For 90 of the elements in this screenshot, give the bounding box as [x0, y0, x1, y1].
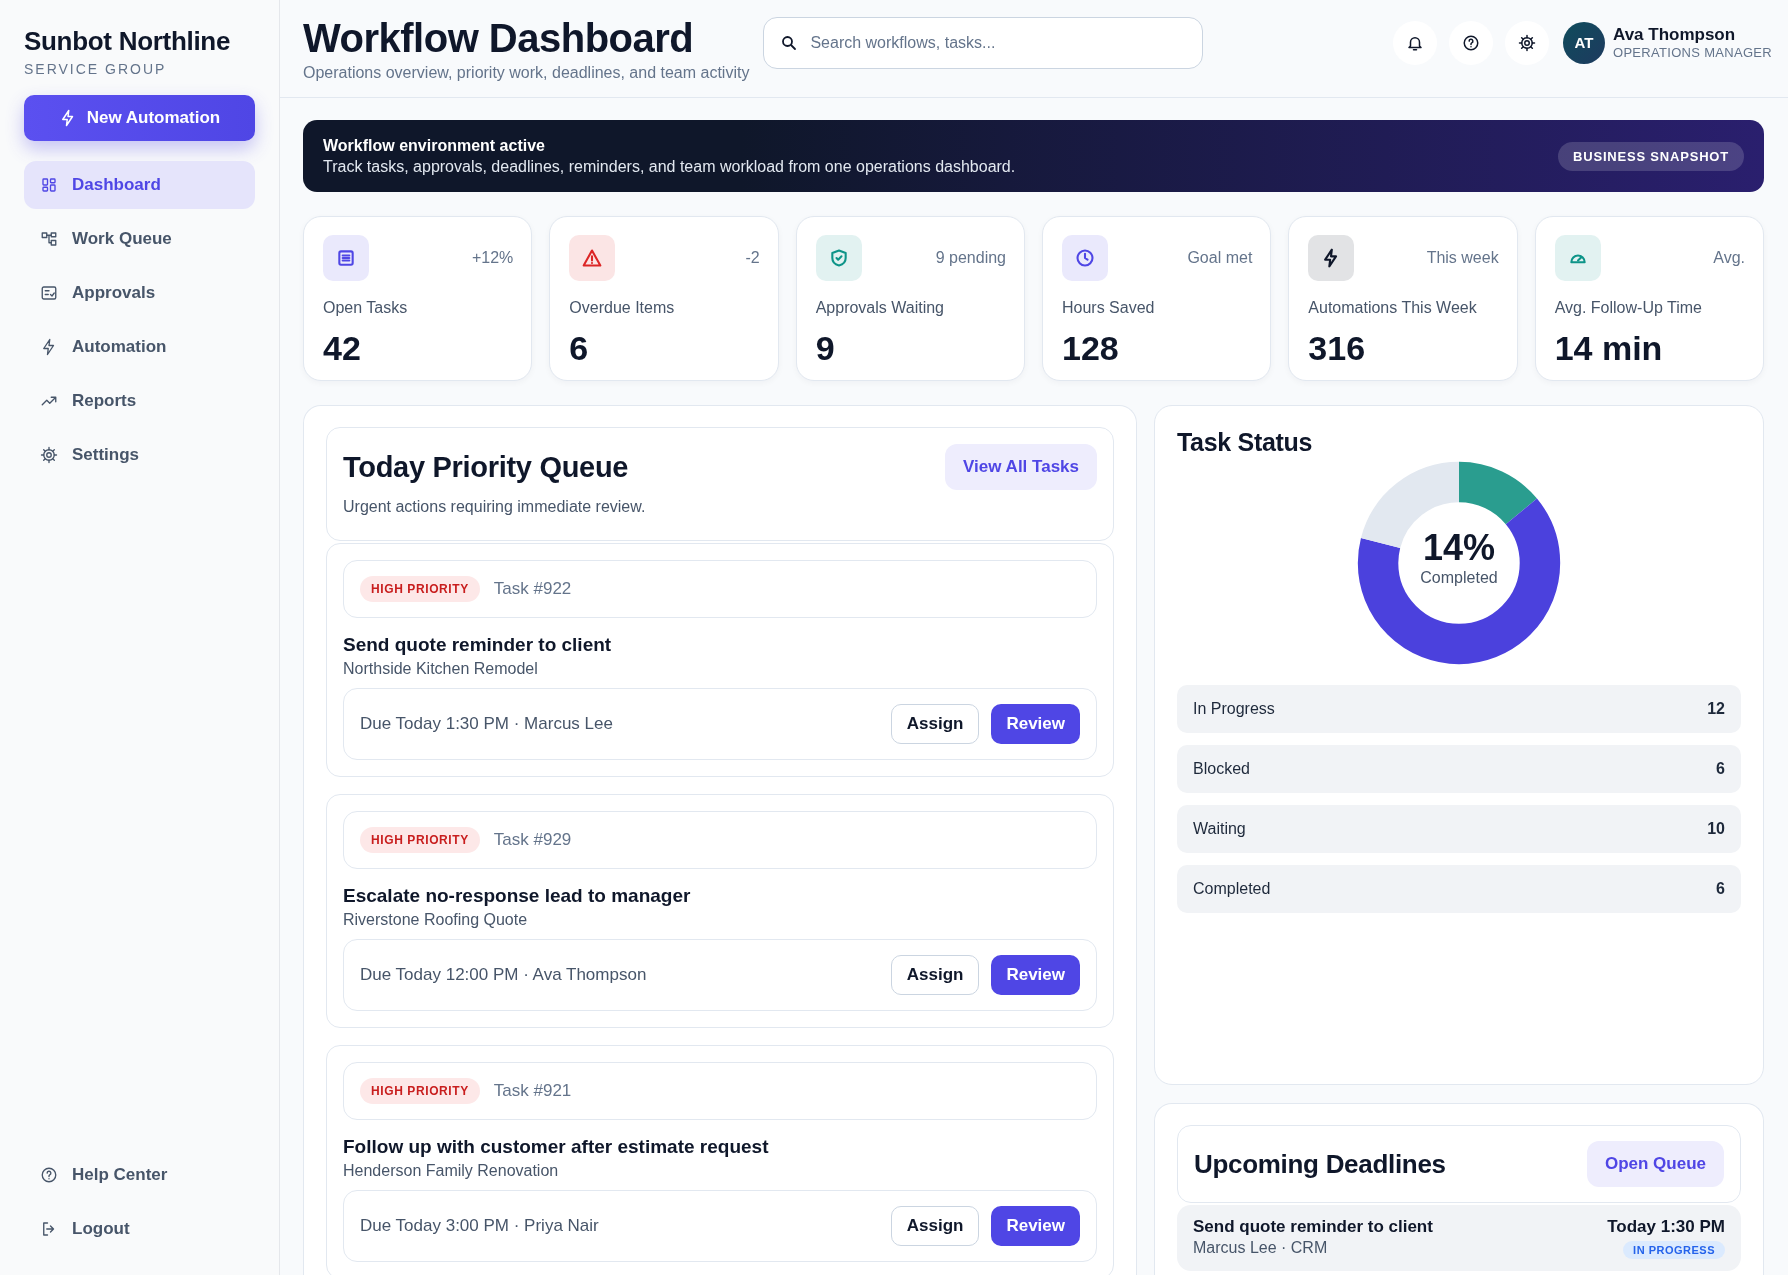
nav-item[interactable]: Help Center [24, 1151, 255, 1199]
nav-item[interactable]: Dashboard [24, 161, 255, 209]
priority-badge: HIGH PRIORITY [360, 827, 480, 853]
stat-value: 6 [569, 329, 590, 368]
assign-button[interactable]: Assign [890, 1206, 980, 1246]
section-subtitle: Urgent actions requiring immediate review. [343, 498, 647, 516]
due-text: Due Today 3:00 PM · Priya Nair [360, 1216, 599, 1236]
review-button[interactable]: Review [991, 704, 1080, 744]
help-icon [1462, 33, 1480, 52]
status-label: Waiting [1193, 820, 1246, 838]
snapshot-badge: BUSINESS SNAPSHOT [1558, 141, 1744, 171]
review-button[interactable]: Review [991, 1206, 1080, 1246]
dashboard-icon [40, 176, 58, 194]
due-text: Due Today 12:00 PM · Ava Thompson [360, 965, 647, 985]
task-id: Task #921 [493, 1081, 572, 1101]
settings-icon [1518, 33, 1536, 52]
priority-badge: HIGH PRIORITY [360, 576, 480, 602]
task-id: Task #929 [493, 830, 572, 850]
task-client: Northside Kitchen Remodel [343, 660, 539, 678]
view-all-tasks-button[interactable]: View All Tasks [945, 444, 1097, 490]
stat-value: 42 [323, 329, 362, 368]
stat-label: Hours Saved [1062, 299, 1156, 317]
status-count: 6 [1716, 880, 1725, 898]
banner-description: Track tasks, approvals, deadlines, reminders, and team workload from one operations dashboard. [323, 157, 1016, 176]
deadline-meta: Marcus Lee · CRM [1193, 1239, 1329, 1257]
section-title: Task Status [1177, 428, 1314, 457]
completion-label: Completed [1419, 569, 1499, 587]
user-role: OPERATIONS MANAGER [1613, 45, 1772, 60]
stat-value: 9 [815, 329, 836, 368]
stat-note: 9 pending [935, 249, 1006, 267]
stat-label: Approvals Waiting [815, 299, 945, 317]
section-title: Today Priority Queue [343, 450, 629, 484]
status-count: 10 [1707, 820, 1725, 838]
assign-button[interactable]: Assign [890, 704, 980, 744]
banner-title: Workflow environment active [323, 136, 546, 155]
status-label: Blocked [1193, 760, 1250, 778]
task-id: Task #922 [493, 579, 572, 599]
status-label: Completed [1193, 880, 1271, 898]
page-subtitle: Operations overview, priority work, deadlines, and team activity [303, 63, 750, 82]
stat-note: Goal met [1187, 249, 1253, 267]
nav-item[interactable]: Reports [24, 377, 255, 425]
status-label: In Progress [1193, 700, 1275, 718]
stat-note: This week [1426, 249, 1499, 267]
open-queue-button[interactable]: Open Queue [1586, 1141, 1724, 1187]
status-badge: IN PROGRESS [1623, 1241, 1725, 1259]
stat-value: 128 [1062, 329, 1120, 368]
nav-item[interactable]: Automation [24, 323, 255, 371]
new-automation-button[interactable]: New Automation [24, 95, 255, 141]
checklist-icon [40, 284, 58, 302]
settings-button[interactable] [1505, 20, 1549, 65]
task-client: Henderson Family Renovation [343, 1162, 560, 1180]
nav-item[interactable]: Logout [24, 1205, 255, 1253]
page-title: Workflow Dashboard [303, 15, 695, 60]
notifications-button[interactable] [1393, 20, 1437, 65]
task-title: Send quote reminder to client [343, 634, 613, 656]
task-title: Escalate no-response lead to manager [343, 885, 692, 907]
stat-note: -2 [745, 249, 760, 267]
stat-value: 14 min [1554, 329, 1664, 368]
assign-button[interactable]: Assign [890, 955, 980, 995]
deadline-time: Today 1:30 PM [1607, 1217, 1725, 1237]
task-title: Follow up with customer after estimate request [343, 1136, 770, 1158]
brand-subtitle: SERVICE GROUP [24, 61, 167, 77]
nav-item[interactable]: Approvals [24, 269, 255, 317]
stat-note: Avg. [1713, 249, 1745, 267]
search-field[interactable]: Search workflows, tasks... [763, 16, 1204, 69]
status-count: 6 [1716, 760, 1725, 778]
priority-badge: HIGH PRIORITY [360, 1078, 480, 1104]
help-button[interactable] [1449, 20, 1493, 65]
stat-value: 316 [1308, 329, 1367, 368]
nav-item[interactable]: Settings [24, 431, 255, 479]
stat-label: Overdue Items [569, 299, 676, 317]
nav-item[interactable]: Work Queue [24, 215, 255, 263]
brand-name: Sunbot Northline [24, 26, 232, 57]
flowchart-icon [40, 230, 58, 248]
due-text: Due Today 1:30 PM · Marcus Lee [360, 714, 613, 734]
deadline-title: Send quote reminder to client [1193, 1217, 1433, 1237]
stat-note: +12% [471, 249, 514, 267]
status-count: 12 [1707, 700, 1725, 718]
review-button[interactable]: Review [991, 955, 1080, 995]
user-name: Ava Thompson [1613, 25, 1737, 45]
stat-label: Avg. Follow-Up Time [1554, 299, 1703, 317]
user-avatar[interactable]: AT [1563, 21, 1605, 64]
stat-label: Automations This Week [1308, 299, 1478, 317]
settings-icon [40, 446, 58, 464]
help-icon [40, 1166, 58, 1184]
completion-percent: 14% [1421, 527, 1497, 569]
stat-label: Open Tasks [323, 299, 409, 317]
task-client: Riverstone Roofing Quote [343, 911, 529, 929]
section-title: Upcoming Deadlines [1194, 1148, 1446, 1180]
search-icon [780, 33, 799, 52]
